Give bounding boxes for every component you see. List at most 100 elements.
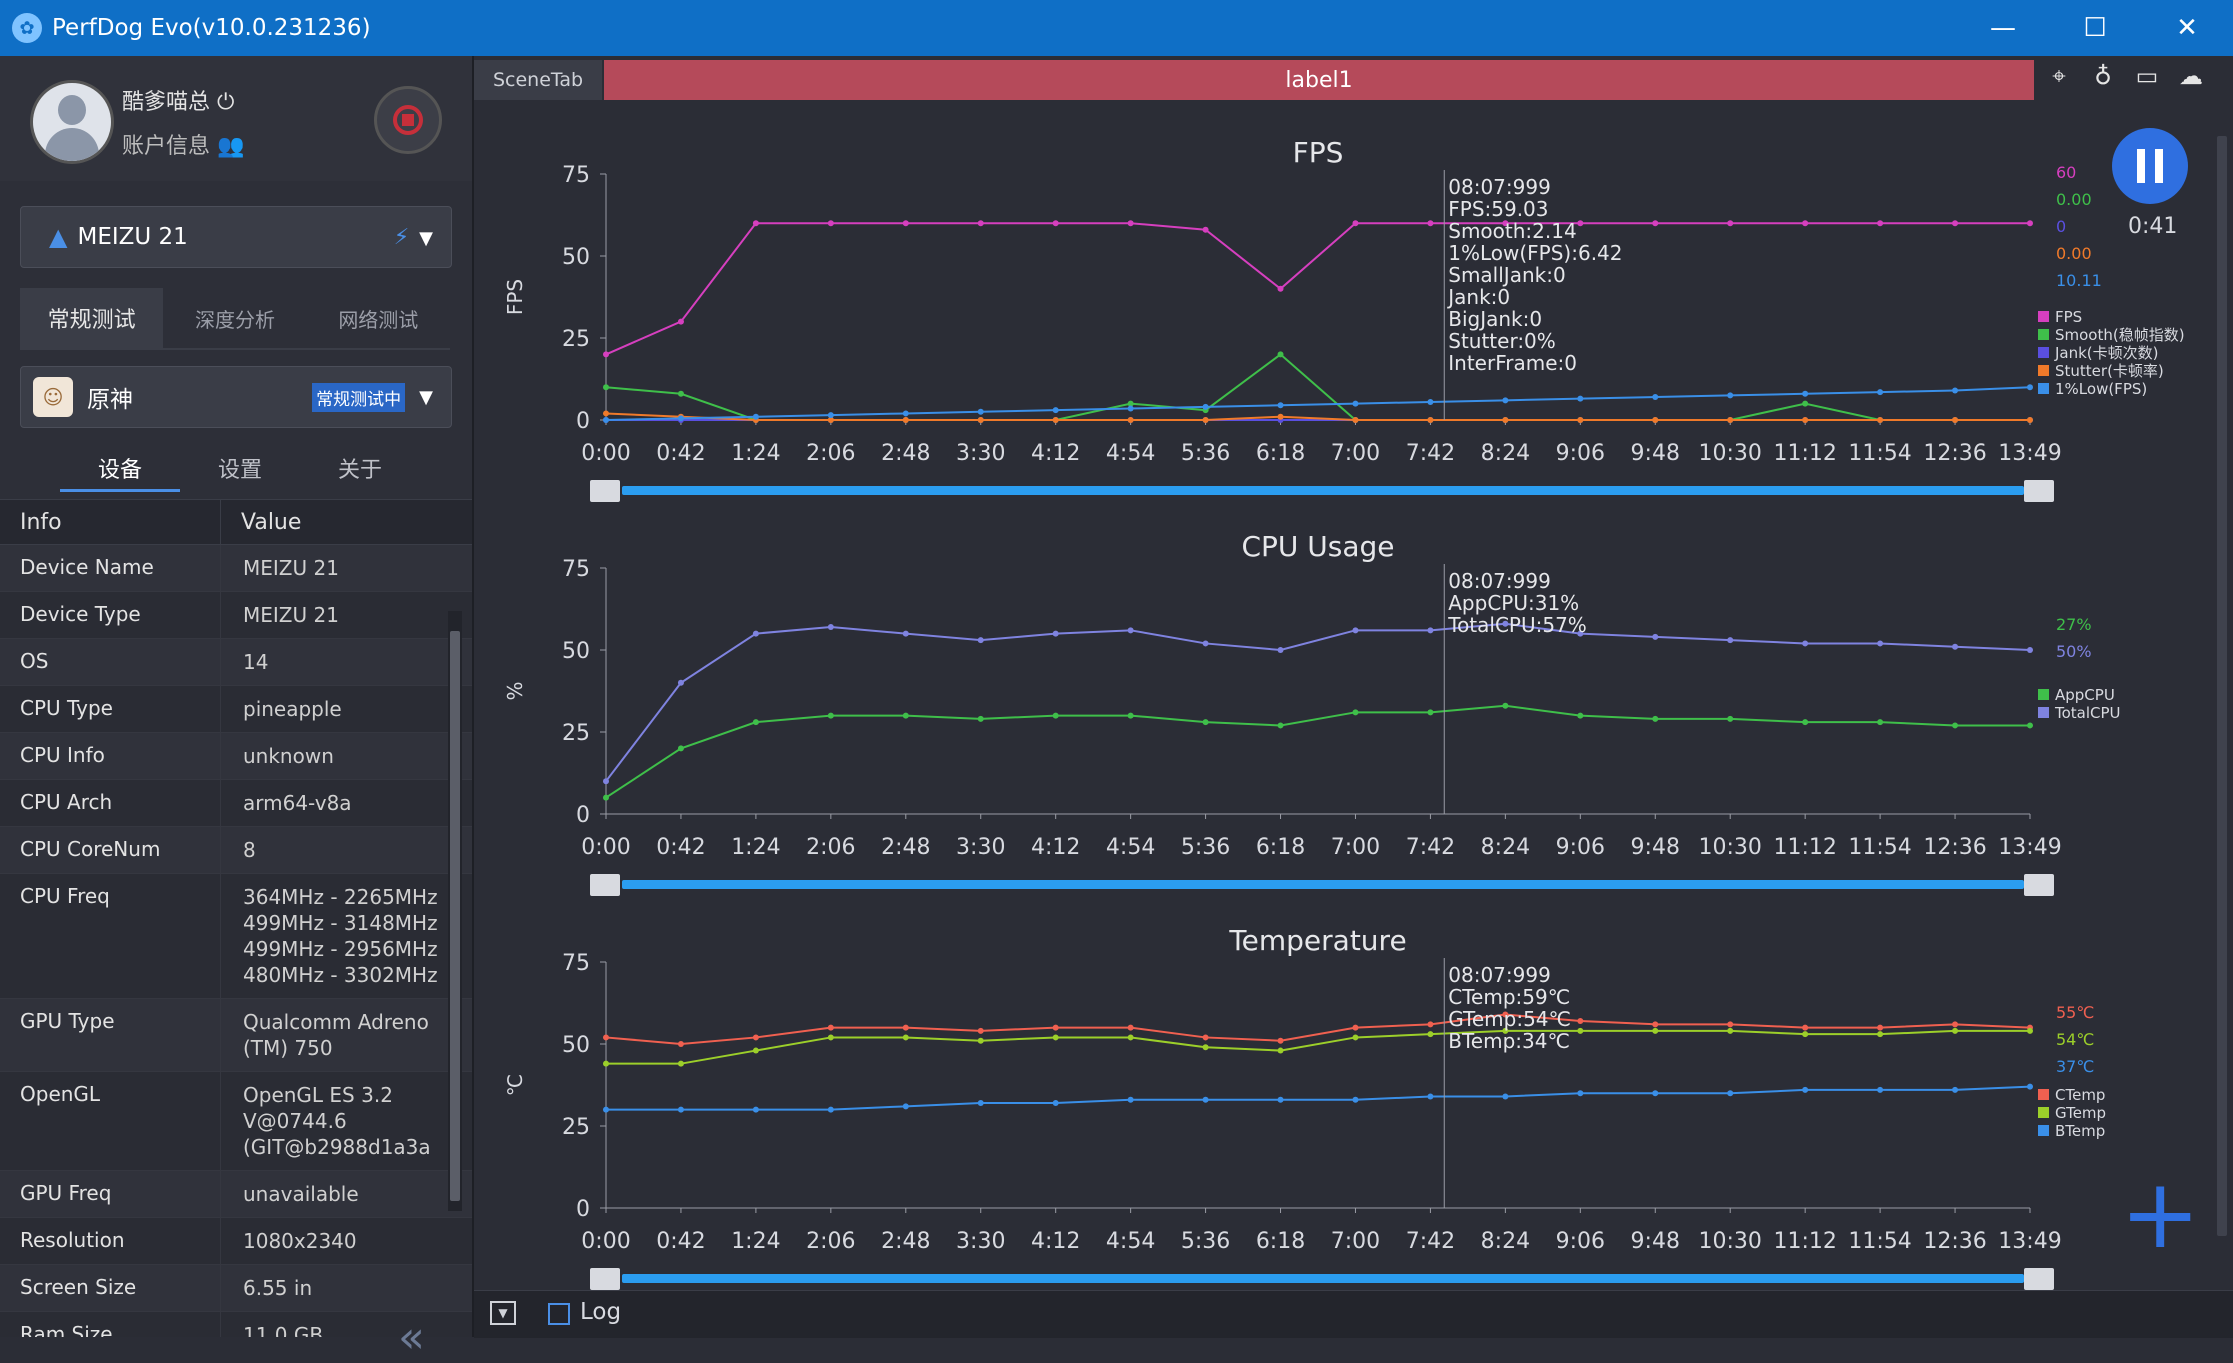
data-point <box>1952 387 1959 394</box>
minimize-button[interactable]: — <box>1957 0 2049 56</box>
tab-device[interactable]: 设备 <box>60 452 180 492</box>
table-row[interactable]: OS 14 <box>0 639 472 686</box>
folder-icon[interactable]: ▭ <box>2132 62 2162 96</box>
table-row[interactable]: Screen Size 6.55 in <box>0 1265 472 1312</box>
stop-record-button[interactable] <box>374 86 442 154</box>
user-name[interactable]: 酷爹喵总 ⏻ <box>122 84 234 116</box>
data-point <box>1127 1034 1134 1041</box>
location-pin-icon[interactable]: ⌖ <box>2044 62 2074 96</box>
chevron-down-icon[interactable]: ▼ <box>419 228 433 249</box>
data-point <box>827 712 834 719</box>
data-point <box>977 1027 984 1034</box>
add-chart-button[interactable]: + <box>2120 1166 2200 1262</box>
avatar[interactable] <box>30 80 114 164</box>
table-row[interactable]: Resolution 1080x2340 <box>0 1218 472 1265</box>
tab-network-test[interactable]: 网络测试 <box>307 288 450 348</box>
data-point <box>1802 220 1809 227</box>
x-tick-label: 4:12 <box>1031 441 1080 466</box>
table-row[interactable]: GPU Freq unavailable <box>0 1171 472 1218</box>
maximize-button[interactable]: ☐ <box>2049 0 2141 56</box>
y-tick-label: 50 <box>562 639 590 664</box>
x-tick-label: 9:06 <box>1556 1229 1605 1254</box>
data-point <box>1727 417 1734 423</box>
x-tick-label: 1:24 <box>731 441 780 466</box>
x-tick-label: 11:54 <box>1848 835 1911 860</box>
table-row[interactable]: CPU Info unknown <box>0 733 472 780</box>
legend-swatch <box>2038 347 2049 358</box>
x-tick-label: 2:06 <box>806 835 855 860</box>
tab-normal-test[interactable]: 常规测试 <box>20 288 164 348</box>
device-selector[interactable]: ▲ MEIZU 21 ⚡ ▼ <box>20 206 452 268</box>
legend-swatch <box>2038 707 2049 718</box>
data-point <box>1577 712 1584 719</box>
table-row[interactable]: CPU CoreNum 8 <box>0 827 472 874</box>
marker-icon[interactable]: ♁ <box>2088 62 2118 96</box>
data-point <box>1202 1034 1209 1041</box>
data-point <box>752 1047 759 1054</box>
legend-label: CTemp <box>2055 1086 2105 1104</box>
cursor-value: BigJank:0 <box>1448 307 1542 331</box>
app-selector[interactable]: ☺ 原神 常规测试中 ▼ <box>20 366 452 428</box>
x-tick-label: 10:30 <box>1699 1229 1762 1254</box>
info-value: unknown <box>243 744 334 768</box>
data-point <box>1427 627 1434 634</box>
chart-title: FPS <box>1293 136 1344 169</box>
info-value: MEIZU 21 <box>243 556 339 580</box>
data-point <box>1727 1027 1734 1034</box>
scene-tab[interactable]: SceneTab <box>474 60 602 100</box>
info-value: unavailable <box>243 1182 359 1206</box>
table-row[interactable]: CPU Arch arm64-v8a <box>0 780 472 827</box>
log-checkbox[interactable] <box>548 1303 570 1325</box>
close-button[interactable]: ✕ <box>2141 0 2233 56</box>
legend-swatch <box>2038 329 2049 340</box>
window-title: PerfDog Evo(v10.0.231236) <box>52 15 371 41</box>
info-key: CPU Freq <box>0 874 221 998</box>
data-point <box>1952 220 1959 227</box>
table-row[interactable]: GPU Type Qualcomm Adreno (TM) 750 <box>0 999 472 1072</box>
sub-tabs: 设备 设置 关于 <box>60 452 420 492</box>
range-slider-right-handle <box>2024 480 2054 502</box>
data-point <box>1802 417 1809 423</box>
x-tick-label: 2:48 <box>881 1229 930 1254</box>
main-panel: SceneTab label1 ⌖ ♁ ▭ ☁ FPS FPS 0 25 50 75 0:0… <box>474 56 2233 1338</box>
table-row[interactable]: Device Type MEIZU 21 <box>0 592 472 639</box>
legend-swatch <box>2038 383 2049 394</box>
cloud-icon[interactable]: ☁ <box>2176 62 2206 96</box>
table-row[interactable]: Device Name MEIZU 21 <box>0 545 472 592</box>
sidebar-scrollbar[interactable] <box>448 611 462 1211</box>
tab-deep-analysis[interactable]: 深度分析 <box>163 288 306 348</box>
data-point <box>603 1106 609 1113</box>
data-point <box>2027 1083 2033 1090</box>
tab-settings[interactable]: 设置 <box>180 452 300 492</box>
data-point <box>1052 1034 1059 1041</box>
tab-about[interactable]: 关于 <box>300 452 420 492</box>
data-point <box>827 220 834 227</box>
cursor-value: FPS:59.03 <box>1448 197 1548 221</box>
collapse-sidebar-icon[interactable]: « <box>398 1312 425 1363</box>
info-key: CPU CoreNum <box>0 827 221 873</box>
expand-panel-button[interactable]: ▼ <box>490 1301 516 1325</box>
data-point <box>1052 712 1059 719</box>
data-point <box>2027 647 2033 653</box>
x-tick-label: 4:12 <box>1031 1229 1080 1254</box>
data-point <box>902 1103 909 1110</box>
data-point <box>827 1024 834 1031</box>
legend-swatch <box>2038 365 2049 376</box>
table-row[interactable]: CPU Type pineapple <box>0 686 472 733</box>
main-scrollbar[interactable] <box>2213 106 2231 1286</box>
data-point <box>677 1041 684 1047</box>
legend-value: 50% <box>2056 642 2092 661</box>
data-point <box>977 220 984 227</box>
data-point <box>1877 389 1884 396</box>
legend-value: 0.00 <box>2056 244 2092 263</box>
pause-button[interactable] <box>2112 128 2188 204</box>
table-row[interactable]: OpenGL OpenGL ES 3.2 V@0744.6 (GIT@b2988d… <box>0 1072 472 1171</box>
scene-label[interactable]: label1 <box>604 60 2034 100</box>
x-tick-label: 11:12 <box>1773 835 1836 860</box>
link-icon[interactable]: ⚡ <box>394 225 409 250</box>
x-tick-label: 2:06 <box>806 441 855 466</box>
chevron-down-icon[interactable]: ▼ <box>419 387 433 408</box>
data-point <box>1127 417 1134 423</box>
account-info-link[interactable]: 账户信息 👥 <box>122 128 244 160</box>
table-row[interactable]: CPU Freq 364MHz - 2265MHz 499MHz - 3148MH… <box>0 874 472 999</box>
